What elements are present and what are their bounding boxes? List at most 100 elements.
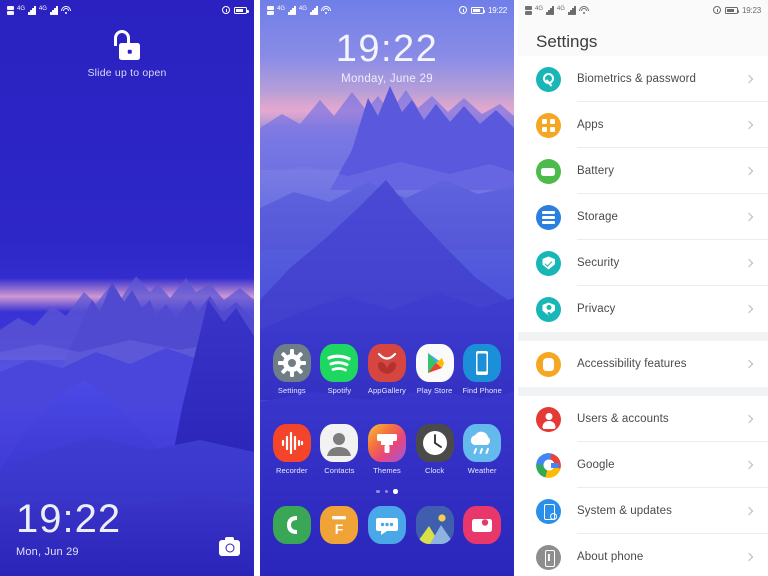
- phone-icon[interactable]: [272, 506, 311, 544]
- app-play-store[interactable]: Play Store: [414, 344, 456, 395]
- settings-item-label: Accessibility features: [577, 358, 687, 370]
- battery-icon: [470, 6, 486, 14]
- messages-icon[interactable]: [367, 506, 406, 544]
- app-appgallery[interactable]: AppGallery: [366, 344, 408, 395]
- settings-item-biometrics[interactable]: Biometrics & password: [518, 56, 768, 102]
- home-clock-widget[interactable]: 19:22 Monday, June 29: [260, 30, 514, 85]
- camera-shortcut-icon[interactable]: [219, 537, 240, 556]
- settings-item-battery[interactable]: Battery: [518, 148, 768, 194]
- fingerprint-key-icon: [536, 66, 561, 92]
- signal-bars-icon-2: [49, 5, 58, 15]
- sim1-label: 4G: [277, 5, 286, 12]
- settings-item-google[interactable]: Google: [518, 442, 768, 488]
- app-recorder[interactable]: Recorder: [271, 424, 313, 475]
- app-label: Themes: [373, 466, 401, 475]
- page-title: Settings: [536, 32, 598, 51]
- signal-bars-icon-2: [567, 5, 576, 15]
- wifi-icon: [578, 6, 589, 15]
- app-label: Play Store: [416, 386, 453, 395]
- status-right-icons-settings: 19:23: [712, 6, 761, 15]
- settings-item-label: System & updates: [577, 505, 672, 517]
- app-label: Spotify: [327, 386, 352, 395]
- group-spacer-2: [518, 387, 768, 396]
- status-left-icons: 4G 4G: [7, 5, 71, 15]
- sim2-label: 4G: [298, 5, 307, 12]
- app-label: Find Phone: [462, 386, 502, 395]
- person-icon: [536, 406, 561, 432]
- page-indicator[interactable]: [260, 489, 514, 494]
- app-label: AppGallery: [367, 386, 407, 395]
- settings-item-security[interactable]: Security: [518, 240, 768, 286]
- app-contacts[interactable]: Contacts: [318, 424, 360, 475]
- lock-clock: 19:22 Mon, Jun 29: [16, 499, 121, 558]
- settings-item-label: Biometrics & password: [577, 73, 697, 85]
- app-themes[interactable]: Themes: [366, 424, 408, 475]
- lock-time: 19:22: [16, 497, 122, 541]
- sim-signal-icon: [7, 5, 14, 15]
- settings-item-label: Security: [577, 257, 620, 269]
- alarm-icon: [712, 6, 721, 14]
- lock-wallpaper: [0, 0, 254, 576]
- wifi-icon: [320, 6, 331, 15]
- contacts-icon: [320, 424, 359, 462]
- unlock-hint-area[interactable]: Slide up to open: [0, 30, 254, 79]
- sim2-label: 4G: [38, 5, 47, 12]
- settings-status-bar: 4G 4G 19:23: [518, 0, 768, 20]
- app-settings[interactable]: Settings: [271, 344, 313, 395]
- app-row-2: Recorder Contacts Themes Clock Weather: [260, 424, 514, 475]
- settings-item-label: Storage: [577, 211, 618, 223]
- page-dot-1[interactable]: [376, 489, 380, 493]
- status-left-icons-home: 4G 4G: [267, 5, 331, 15]
- alarm-icon: [458, 6, 467, 14]
- storage-icon: [536, 204, 561, 230]
- settings-panel: 4G 4G 19:23 Settings Biometrics & passwo…: [518, 0, 768, 576]
- status-left-icons-settings: 4G 4G: [525, 5, 589, 15]
- chevron-right-icon: [744, 359, 754, 369]
- settings-item-privacy[interactable]: Privacy: [518, 286, 768, 332]
- app-label: Settings: [277, 386, 306, 395]
- page-dot-3-active[interactable]: [393, 489, 398, 494]
- settings-item-users[interactable]: Users & accounts: [518, 396, 768, 442]
- app-weather[interactable]: Weather: [461, 424, 503, 475]
- recorder-icon: [272, 424, 311, 462]
- settings-item-label: Apps: [577, 119, 604, 131]
- settings-item-about-phone[interactable]: About phone: [518, 534, 768, 576]
- app-spotify[interactable]: Spotify: [318, 344, 360, 395]
- appgallery-icon: [367, 344, 406, 382]
- apps-grid-icon: [536, 112, 561, 138]
- signal-bars-icon: [288, 5, 296, 15]
- status-right-icons: [222, 6, 249, 14]
- alarm-icon: [222, 6, 230, 14]
- gallery-icon[interactable]: [415, 506, 454, 544]
- chevron-right-icon: [744, 506, 754, 516]
- app-find-phone[interactable]: Find Phone: [461, 344, 503, 395]
- sim1-label: 4G: [535, 5, 544, 12]
- app-label: Weather: [467, 466, 497, 475]
- settings-item-storage[interactable]: Storage: [518, 194, 768, 240]
- settings-item-system-updates[interactable]: System & updates: [518, 488, 768, 534]
- shield-check-icon: [536, 250, 561, 276]
- chevron-right-icon: [744, 212, 754, 222]
- chevron-right-icon: [744, 460, 754, 470]
- app-row-1: Settings Spotify AppGallery Play Store F…: [260, 344, 514, 395]
- group-spacer-1: [518, 332, 768, 341]
- settings-group-2: Accessibility features: [518, 341, 768, 387]
- settings-item-accessibility[interactable]: Accessibility features: [518, 341, 768, 387]
- chevron-right-icon: [744, 74, 754, 84]
- home-date: Monday, June 29: [341, 73, 433, 85]
- phone-info-icon: [536, 544, 561, 570]
- phone-settings-icon: [536, 498, 561, 524]
- sim-signal-icon: [525, 5, 532, 15]
- three-panel-screenshot: 4G 4G Slide up to open 19:22 Mon, Jun 29: [0, 0, 768, 576]
- chevron-right-icon: [744, 552, 754, 562]
- files-icon[interactable]: F: [320, 506, 359, 544]
- camera-icon[interactable]: [463, 506, 502, 544]
- app-clock[interactable]: Clock: [414, 424, 456, 475]
- lock-date: Mon, Jun 29: [16, 546, 79, 558]
- page-dot-2[interactable]: [384, 489, 389, 493]
- lock-status-bar: 4G 4G: [0, 0, 254, 20]
- settings-item-apps[interactable]: Apps: [518, 102, 768, 148]
- signal-bars-icon-2: [309, 5, 318, 15]
- chevron-right-icon: [744, 304, 754, 314]
- play-store-icon: [415, 344, 454, 382]
